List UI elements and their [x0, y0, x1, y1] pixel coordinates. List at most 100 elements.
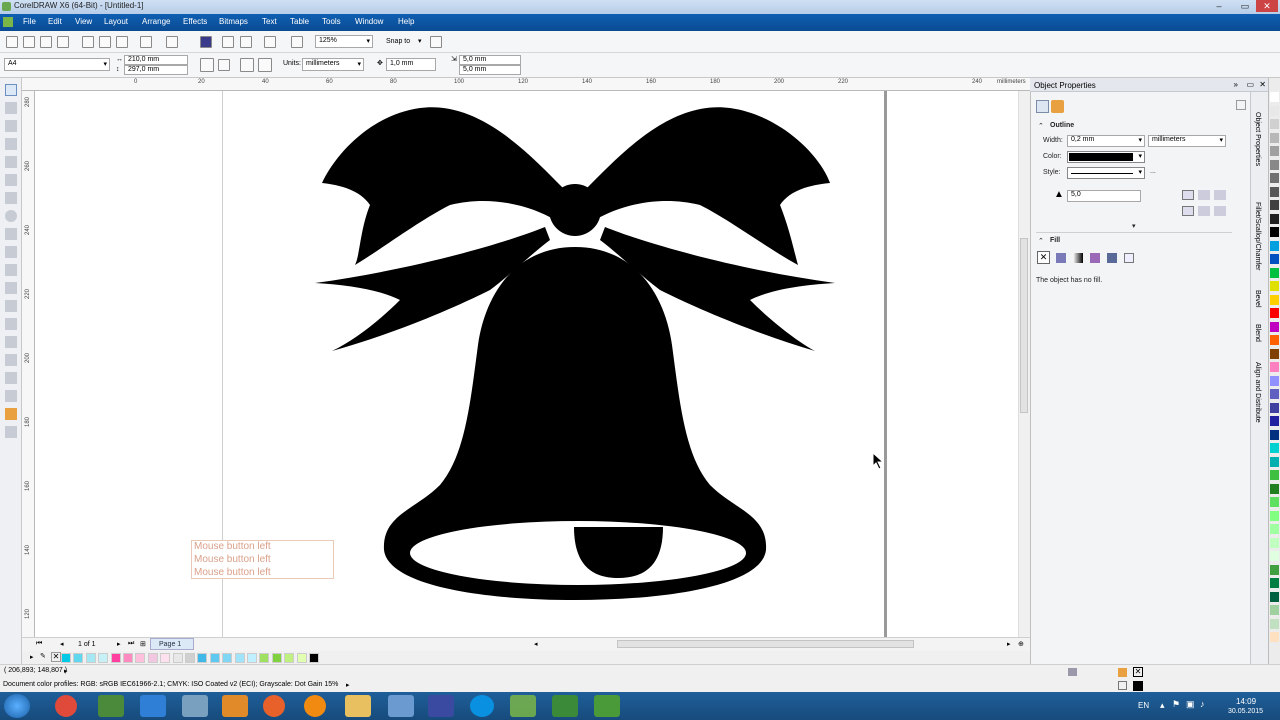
blend-tool-icon[interactable]	[5, 336, 17, 348]
save-icon[interactable]	[40, 36, 52, 48]
uniform-fill-icon[interactable]	[1056, 253, 1066, 263]
expand-icon[interactable]: ▸	[346, 681, 350, 689]
outline-width-field[interactable]: 0,2 mm ▾	[1067, 135, 1145, 147]
flag-icon[interactable]: ⚑	[1172, 699, 1180, 710]
menu-arrange[interactable]: Arrange	[142, 17, 170, 26]
color-swatch[interactable]	[1270, 267, 1279, 278]
color-swatch[interactable]	[1270, 402, 1279, 413]
color-swatch[interactable]	[1270, 321, 1279, 332]
color-swatch[interactable]	[1270, 132, 1279, 143]
outline-tab-icon[interactable]	[1036, 100, 1049, 113]
chrome-taskbar-icon[interactable]	[55, 695, 77, 717]
docker-tab-object-properties[interactable]: Object Properties	[1254, 112, 1261, 166]
vertical-ruler[interactable]: 280 260 240 220 200 180 160 140 120	[22, 91, 35, 637]
menu-tools[interactable]: Tools	[322, 17, 341, 26]
color-swatch[interactable]	[185, 653, 195, 663]
color-swatch[interactable]	[61, 653, 71, 663]
more-options-button[interactable]: ...	[1150, 168, 1156, 175]
color-swatch[interactable]	[247, 653, 257, 663]
postscript-fill-icon[interactable]	[1124, 253, 1134, 263]
color-swatch[interactable]	[1270, 119, 1279, 129]
app-menu-icon[interactable]	[3, 17, 13, 27]
zoom-level-field[interactable]: 125% ▾	[315, 35, 373, 48]
color-swatch[interactable]	[85, 653, 96, 663]
vertical-scroll-thumb[interactable]	[1020, 238, 1028, 413]
color-swatch[interactable]	[1270, 456, 1279, 467]
menu-layout[interactable]: Layout	[104, 17, 128, 26]
bell-artwork[interactable]	[300, 95, 850, 610]
copy-icon[interactable]	[99, 36, 111, 48]
color-swatch[interactable]	[271, 653, 282, 663]
cut-icon[interactable]	[82, 36, 94, 48]
color-swatch[interactable]	[1270, 470, 1279, 480]
text-tool-icon[interactable]	[5, 264, 17, 276]
freehand-tool-icon[interactable]	[5, 156, 17, 168]
explorer-taskbar-icon[interactable]	[345, 695, 371, 717]
maximize-button[interactable]: ▭	[1232, 0, 1258, 12]
color-swatch[interactable]	[1270, 375, 1279, 386]
color-swatch[interactable]	[1270, 186, 1279, 197]
color-swatch[interactable]	[1270, 537, 1279, 548]
menu-bitmaps[interactable]: Bitmaps	[219, 17, 248, 26]
polygon-tool-icon[interactable]	[5, 228, 17, 240]
color-swatch[interactable]	[1270, 578, 1279, 588]
outline-pen-tool-icon[interactable]	[5, 390, 17, 402]
color-swatch[interactable]	[1270, 308, 1279, 318]
page-height-field[interactable]: 297,0 mm	[124, 65, 188, 75]
docker-options-icon[interactable]	[1236, 100, 1246, 110]
expand-icon[interactable]: ▸	[64, 667, 68, 675]
docker-tab-align-distribute[interactable]: Align and Distribute	[1254, 362, 1261, 423]
volume-icon[interactable]: ♪	[1200, 699, 1205, 709]
pick-tool-icon[interactable]	[5, 84, 17, 96]
tray-arrow-icon[interactable]: ▴	[1160, 700, 1165, 711]
color-swatch[interactable]	[1270, 227, 1279, 237]
dimension-tool-icon[interactable]	[5, 300, 17, 312]
color-swatch[interactable]	[1270, 281, 1279, 291]
terminal-taskbar-icon[interactable]	[98, 695, 124, 717]
color-swatch[interactable]	[1270, 429, 1279, 440]
expand-section-icon[interactable]: ▾	[1132, 222, 1136, 230]
crop-tool-icon[interactable]	[5, 120, 17, 132]
redo-icon[interactable]	[166, 36, 178, 48]
docker-tab-fillet[interactable]: Fillet/Scallop/Chamfer	[1254, 202, 1261, 270]
color-swatch[interactable]	[1270, 335, 1279, 345]
outline-style-select[interactable]: ▾	[1067, 167, 1145, 179]
color-swatch[interactable]	[1270, 240, 1279, 251]
duplicate-x-field[interactable]: 5,0 mm	[459, 55, 521, 65]
docker-expand-icon[interactable]: »	[1234, 80, 1238, 89]
color-swatch[interactable]	[1270, 591, 1279, 602]
zoom-tool-icon[interactable]	[5, 138, 17, 150]
color-swatch[interactable]	[1270, 294, 1279, 305]
color-swatch[interactable]	[1270, 551, 1279, 561]
color-swatch[interactable]	[1270, 632, 1279, 642]
color-swatch[interactable]	[73, 653, 84, 663]
firefox-taskbar-icon[interactable]	[304, 695, 326, 717]
color-swatch[interactable]	[110, 653, 121, 663]
menu-effects[interactable]: Effects	[183, 17, 207, 26]
input-language[interactable]: EN	[1138, 701, 1149, 710]
connector-tool-icon[interactable]	[5, 318, 17, 330]
fountain-fill-icon[interactable]	[1073, 253, 1083, 263]
miter-limit-field[interactable]: 5,0	[1067, 190, 1141, 202]
duplicate-y-field[interactable]: 5,0 mm	[459, 65, 521, 75]
no-fill-indicator[interactable]: ✕	[1133, 667, 1143, 677]
color-swatch[interactable]	[296, 653, 307, 663]
snap-to-dropdown[interactable]: Snap to	[386, 38, 410, 45]
collapse-icon[interactable]: ⌃	[1038, 237, 1044, 245]
corner-round-icon[interactable]	[1198, 190, 1210, 200]
menu-view[interactable]: View	[75, 17, 92, 26]
color-swatch[interactable]	[1270, 173, 1279, 183]
horizontal-ruler[interactable]: 0 20 40 60 80 100 120 140 160 180 200 22…	[22, 78, 1030, 91]
smart-fill-tool-icon[interactable]	[5, 174, 17, 186]
application-launcher-icon[interactable]	[264, 36, 276, 48]
color-swatch[interactable]	[1270, 497, 1279, 507]
color-swatch[interactable]	[1270, 605, 1279, 615]
eyedropper-tool-icon[interactable]	[5, 372, 17, 384]
skype-taskbar-icon[interactable]	[470, 695, 494, 717]
color-swatch[interactable]	[259, 653, 270, 663]
color-swatch[interactable]	[309, 653, 319, 663]
current-page-icon[interactable]	[258, 58, 272, 72]
portrait-icon[interactable]	[200, 58, 214, 72]
notepad-taskbar-icon[interactable]	[388, 695, 414, 717]
page-width-field[interactable]: 210,0 mm	[124, 55, 188, 65]
